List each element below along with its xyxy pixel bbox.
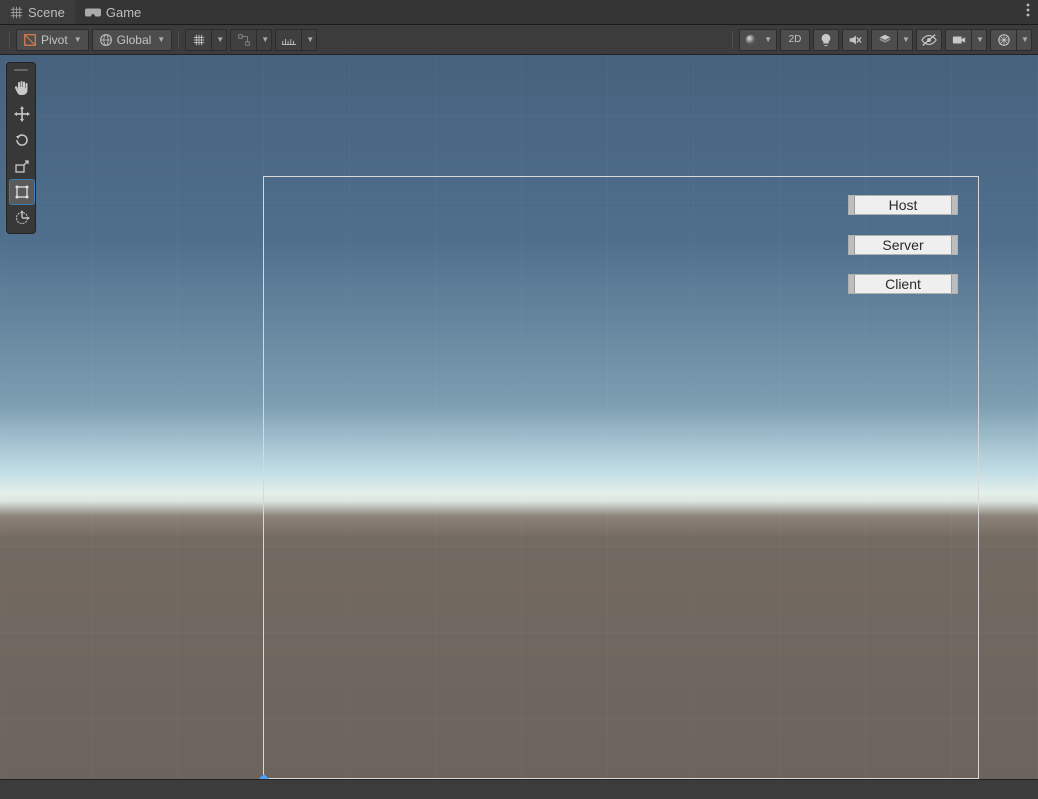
snap-dropdown[interactable]: ▼ — [256, 29, 272, 51]
tab-game[interactable]: Game — [75, 0, 151, 24]
chevron-down-icon: ▼ — [74, 35, 82, 44]
canvas-rect-outline[interactable]: Host Server Client — [263, 176, 979, 779]
chevron-down-icon: ▼ — [764, 35, 772, 44]
palette-drag-handle[interactable] — [9, 65, 33, 75]
button-cap — [849, 236, 855, 254]
pivot-dropdown[interactable]: Pivot ▼ — [16, 29, 89, 51]
pivot-label: Pivot — [41, 33, 68, 47]
toolbar-separator — [9, 31, 10, 49]
chevron-down-icon: ▼ — [261, 35, 269, 44]
vr-goggles-icon — [85, 7, 101, 18]
tab-bar: Scene Game — [0, 0, 1038, 25]
hand-icon — [14, 80, 30, 96]
hand-tool-button[interactable] — [9, 75, 35, 101]
rotate-tool-button[interactable] — [9, 127, 35, 153]
kebab-menu-icon[interactable] — [1026, 3, 1030, 17]
toolbar-separator — [732, 31, 733, 49]
fx-group: ▼ — [871, 29, 913, 51]
audio-off-icon — [848, 33, 862, 47]
audio-toggle-button[interactable] — [842, 29, 868, 51]
camera-dropdown[interactable]: ▼ — [971, 29, 987, 51]
shaded-sphere-icon — [744, 33, 758, 47]
tool-palette[interactable] — [6, 62, 36, 234]
chevron-down-icon: ▼ — [902, 35, 910, 44]
gizmos-dropdown[interactable]: ▼ — [1016, 29, 1032, 51]
button-cap — [951, 196, 957, 214]
increment-snap-group: ▼ — [275, 29, 317, 51]
2d-label: 2D — [789, 34, 802, 45]
gizmos-button[interactable] — [990, 29, 1016, 51]
grid-dropdown[interactable]: ▼ — [211, 29, 227, 51]
client-button-label: Client — [885, 276, 921, 292]
gizmos-group: ▼ — [990, 29, 1032, 51]
button-cap — [849, 196, 855, 214]
scene-toolbar: Pivot ▼ Global ▼ ▼ ▼ ▼ — [0, 25, 1038, 55]
scale-tool-button[interactable] — [9, 153, 35, 179]
gizmos-globe-icon — [997, 33, 1011, 47]
chevron-down-icon: ▼ — [306, 35, 314, 44]
scene-grid-icon — [10, 6, 23, 19]
lightbulb-icon — [820, 33, 832, 47]
tab-game-label: Game — [106, 5, 141, 20]
camera-button[interactable] — [945, 29, 971, 51]
rotate-icon — [14, 132, 30, 148]
tab-scene-label: Scene — [28, 5, 65, 20]
scene-view[interactable]: Host Server Client — [0, 55, 1038, 799]
globe-icon — [99, 33, 113, 47]
rect-tool-icon — [14, 184, 30, 200]
snap-group: ▼ — [230, 29, 272, 51]
button-cap — [849, 275, 855, 293]
server-button[interactable]: Server — [848, 235, 958, 255]
grid-snap-group: ▼ — [185, 29, 227, 51]
global-label: Global — [117, 33, 152, 47]
snap-button[interactable] — [230, 29, 256, 51]
lighting-toggle-button[interactable] — [813, 29, 839, 51]
move-arrows-icon — [14, 106, 30, 122]
eye-off-icon — [921, 33, 937, 47]
server-button-label: Server — [882, 237, 923, 253]
layers-icon — [878, 33, 892, 47]
tab-scene[interactable]: Scene — [0, 0, 75, 24]
button-cap — [951, 236, 957, 254]
scale-icon — [14, 158, 30, 174]
transform-tool-button[interactable] — [9, 205, 35, 231]
fx-toggle-button[interactable] — [871, 29, 897, 51]
client-button[interactable]: Client — [848, 274, 958, 294]
2d-toggle-button[interactable]: 2D — [780, 29, 810, 51]
chevron-down-icon: ▼ — [976, 35, 984, 44]
draw-mode-dropdown[interactable]: ▼ — [739, 29, 777, 51]
camera-icon — [952, 34, 966, 46]
fx-dropdown[interactable]: ▼ — [897, 29, 913, 51]
button-cap — [951, 275, 957, 293]
increment-snap-dropdown[interactable]: ▼ — [301, 29, 317, 51]
move-tool-button[interactable] — [9, 101, 35, 127]
combined-transform-icon — [14, 210, 30, 226]
global-dropdown[interactable]: Global ▼ — [92, 29, 173, 51]
chevron-down-icon: ▼ — [1021, 35, 1029, 44]
visibility-toggle-button[interactable] — [916, 29, 942, 51]
grid-visibility-button[interactable] — [185, 29, 211, 51]
host-button[interactable]: Host — [848, 195, 958, 215]
scene-bottom-bar — [0, 779, 1038, 799]
rect-tool-button[interactable] — [9, 179, 35, 205]
toolbar-separator — [178, 31, 179, 49]
camera-group: ▼ — [945, 29, 987, 51]
chevron-down-icon: ▼ — [157, 35, 165, 44]
chevron-down-icon: ▼ — [216, 35, 224, 44]
pivot-icon — [23, 33, 37, 47]
toolbar-right: ▼ 2D ▼ — [729, 29, 1032, 51]
host-button-label: Host — [889, 197, 918, 213]
increment-snap-button[interactable] — [275, 29, 301, 51]
